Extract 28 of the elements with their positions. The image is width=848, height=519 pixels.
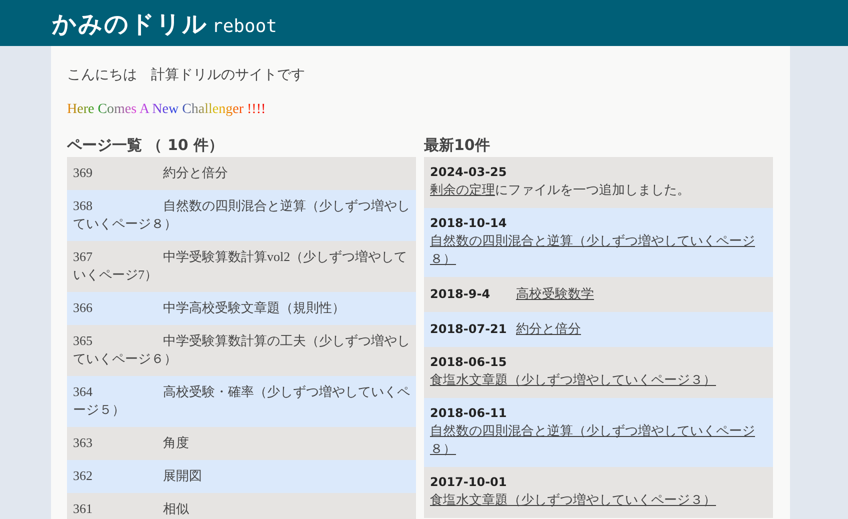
greeting-text: こんにちは 計算ドリルのサイトです [67,66,306,84]
page-row[interactable]: 361 相似 [67,493,416,519]
news-link[interactable]: 約分と倍分 [516,321,581,336]
section-heading: 最新10件 [424,136,491,155]
news-link[interactable]: 高校受験数学 [516,286,594,301]
news-date: 2024-03-25 [430,165,508,179]
page-row[interactable]: 368 自然数の四則混合と逆算（少しずつ増やしていくページ８） [67,190,416,241]
news-link[interactable]: 自然数の四則混合と逆算（少しずつ増やしていくページ８） [430,232,767,268]
news-link[interactable]: 食塩水文章題（少しずつ増やしていくページ３） [430,371,767,389]
news-date: 2018-9-4 [430,287,492,301]
page-row[interactable]: 369 約分と倍分 [67,157,416,190]
page-row[interactable]: 362 展開図 [67,460,416,493]
news-date: 2018-10-14 [430,216,508,230]
news-link[interactable]: 剰余の定理 [430,182,495,197]
page-row[interactable]: 364 高校受験・確率（少しずつ増やしていくページ５） [67,376,416,427]
section-heading: ページ一覧 （ 10 件） [67,136,225,155]
news-text: 剰余の定理にファイルを一つ追加しました。 [430,182,690,197]
banner-text: Here Comes A New Challenger !!!! [67,102,266,118]
page-row[interactable]: 366 中学高校受験文章題（規則性） [67,292,416,325]
news-link[interactable]: 自然数の四則混合と逆算（少しずつ増やしていくページ８） [430,422,767,458]
news-link[interactable]: 食塩水文章題（少しずつ増やしていくページ３） [430,491,767,509]
news-date: 2018-06-11 [430,406,508,420]
news-date: 2017-10-01 [430,475,508,489]
page-row[interactable]: 365 中学受験算数計算の工夫（少しずつ増やしていくページ６） [67,325,416,376]
page-row[interactable]: 363 角度 [67,427,416,460]
page-row[interactable]: 367 中学受験算数計算vol2（少しずつ増やしていくページ7） [67,241,416,292]
news-date: 2018-07-21 [430,322,508,336]
news-date: 2018-06-15 [430,355,508,369]
